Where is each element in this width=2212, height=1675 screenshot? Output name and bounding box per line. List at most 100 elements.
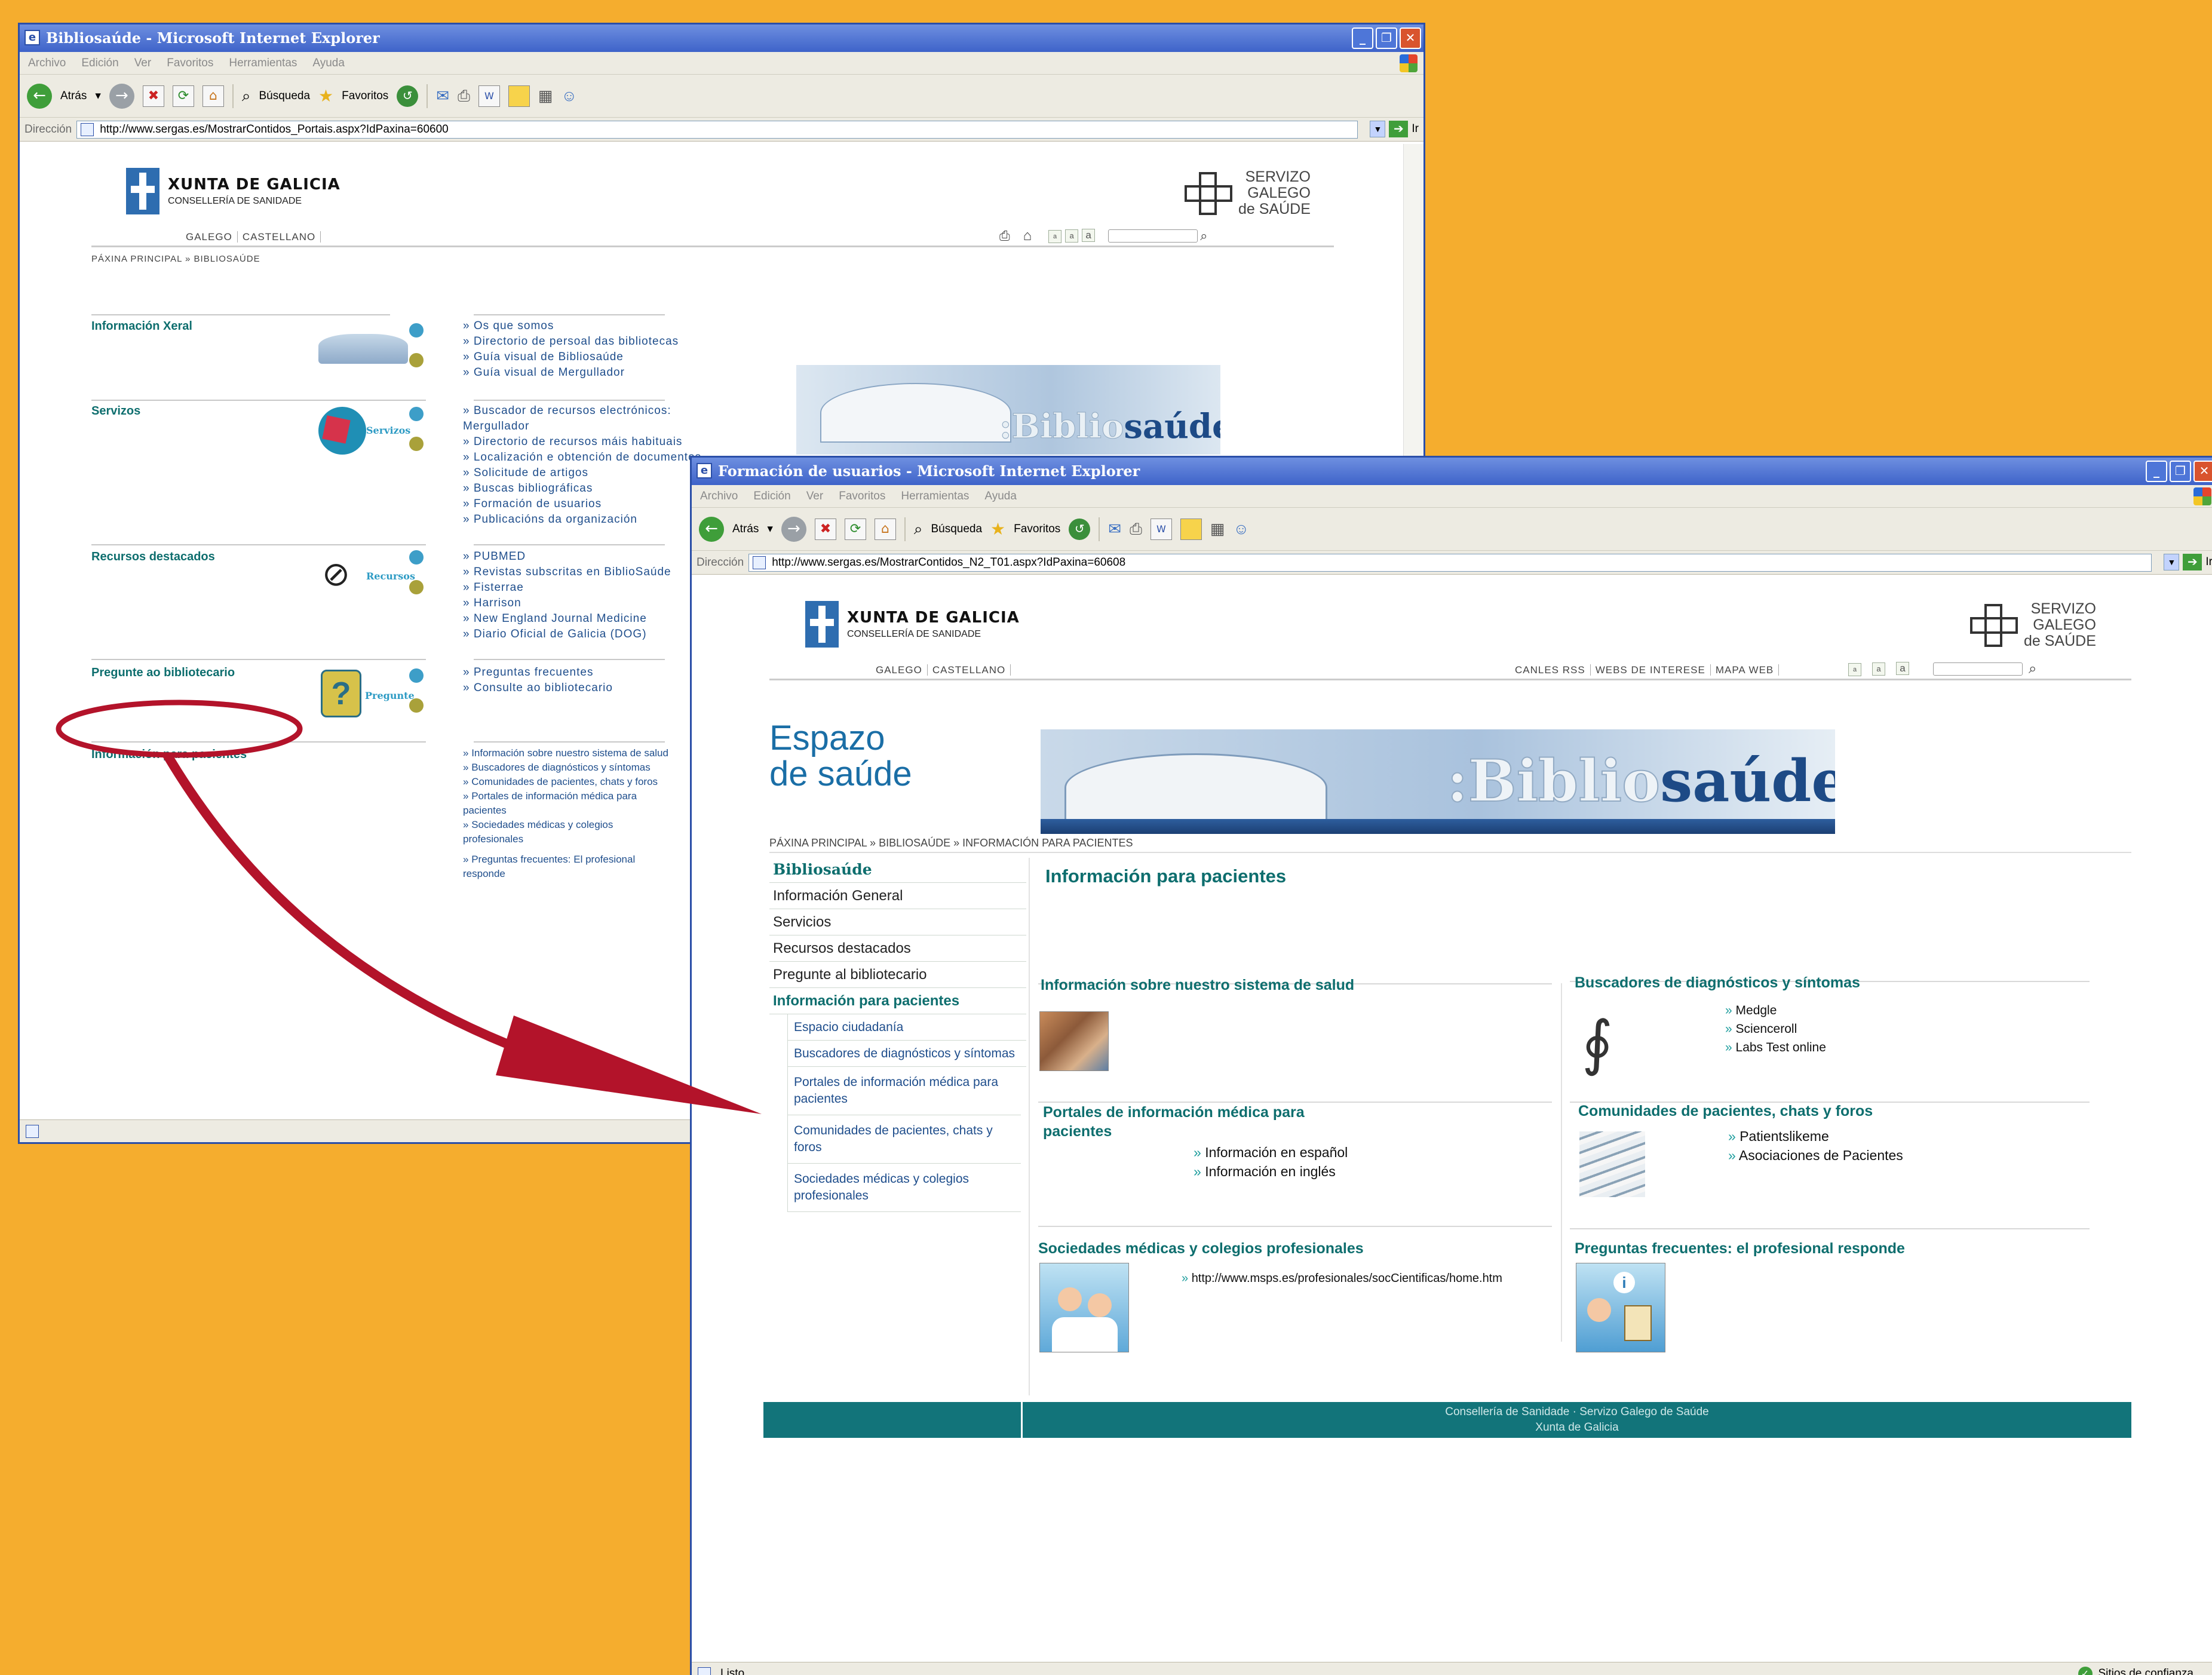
site-search-input[interactable]	[1108, 229, 1198, 243]
menu-archivo[interactable]: Archivo	[700, 485, 738, 507]
sidebar-heading[interactable]: Bibliosaúde	[769, 857, 1026, 883]
font-size-medium[interactable]: a	[1065, 229, 1079, 243]
menu-ayuda[interactable]: Ayuda	[312, 52, 345, 74]
search-button-label[interactable]: Búsqueda	[259, 90, 310, 103]
font-size-large[interactable]: a	[1896, 662, 1909, 675]
forward-arrow-icon[interactable]: →	[781, 516, 806, 542]
minimize-button[interactable]: _	[2146, 461, 2167, 482]
history-icon[interactable]: ↺	[397, 85, 419, 107]
link-msps[interactable]: http://www.msps.es/profesionales/socCien…	[1182, 1270, 1504, 1287]
link-item[interactable]: Harrison	[463, 596, 671, 611]
go-arrow-icon[interactable]: ➔	[1389, 121, 1409, 137]
sergas-logo[interactable]: SERVIZO GALEGO de SAÚDE	[1185, 169, 1311, 217]
menu-herramientas[interactable]: Herramientas	[229, 52, 297, 74]
lang-galego[interactable]: GALEGO	[871, 664, 928, 676]
close-button[interactable]: ✕	[1400, 27, 1421, 49]
url-dropdown-icon[interactable]: ▼	[2164, 554, 2180, 570]
printer-icon[interactable]: ⎙	[999, 228, 1010, 244]
link-item[interactable]: Sociedades médicas y colegios profesiona…	[463, 818, 660, 846]
site-search-input[interactable]	[1933, 662, 2023, 676]
messenger-icon[interactable]: ☺	[561, 87, 577, 105]
back-arrow-icon[interactable]: ←	[27, 83, 52, 109]
favorites-button-label[interactable]: Favoritos	[342, 90, 388, 103]
messenger-icon[interactable]: ☺	[1233, 520, 1249, 538]
stop-icon[interactable]: ✖	[142, 85, 164, 107]
xunta-logo[interactable]: XUNTA DE GALICIA CONSELLERÍA DE SANIDADE	[126, 168, 340, 214]
lang-castellano[interactable]: CASTELLANO	[237, 231, 321, 243]
lang-castellano[interactable]: CASTELLANO	[927, 664, 1011, 676]
back-button-label[interactable]: Atrás	[732, 523, 759, 536]
link-item[interactable]: Publicacións da organización	[463, 512, 726, 527]
link-item[interactable]: New England Journal Medicine	[463, 611, 671, 627]
refresh-icon[interactable]: ⟳	[844, 518, 866, 540]
font-size-small[interactable]: a	[1048, 230, 1062, 243]
sergas-logo[interactable]: SERVIZO GALEGO de SAÚDE	[1970, 601, 2096, 649]
word-icon[interactable]: W	[1150, 518, 1172, 540]
section-title-servizos[interactable]: Servizos	[91, 404, 140, 418]
security-zone[interactable]: ✓ Sitios de confianza	[2078, 1662, 2193, 1675]
link-item[interactable]: Solicitude de artigos	[463, 465, 726, 481]
section-title-recursos-destacados[interactable]: Recursos destacados	[91, 550, 215, 564]
link-labs-test-online[interactable]: Labs Test online	[1725, 1038, 1826, 1057]
favorites-button-label[interactable]: Favoritos	[1014, 523, 1060, 536]
menu-edicion[interactable]: Edición	[81, 52, 118, 74]
xunta-logo[interactable]: XUNTA DE GALICIA CONSELLERÍA DE SANIDADE	[805, 601, 1020, 648]
dropdown-icon[interactable]: ▾	[767, 522, 773, 536]
link-item[interactable]: Guía visual de Bibliosaúde	[463, 349, 679, 365]
link-informacion-ingles[interactable]: Información en inglés	[1194, 1162, 1348, 1181]
back-arrow-icon[interactable]: ←	[699, 516, 724, 542]
link-item[interactable]: Directorio de persoal das bibliotecas	[463, 334, 679, 349]
link-item[interactable]: Revistas subscritas en BiblioSaúde	[463, 565, 671, 580]
restore-button[interactable]: ❐	[2170, 461, 2191, 482]
go-arrow-icon[interactable]: ➔	[2183, 554, 2202, 570]
sidebar-item-recursos-destacados[interactable]: Recursos destacados	[769, 935, 1026, 962]
pregunte-badge[interactable]: ? Pregunte	[318, 668, 432, 722]
menu-favoritos[interactable]: Favoritos	[167, 52, 213, 74]
espazo-de-saude-logo[interactable]: Espazo de saúde	[769, 720, 912, 792]
menu-herramientas[interactable]: Herramientas	[901, 485, 969, 507]
section-title-informacion-pacientes[interactable]: Información para pacientes	[91, 748, 247, 762]
minimize-button[interactable]: _	[1352, 27, 1373, 49]
search-icon[interactable]: ⌕	[914, 520, 923, 539]
window-titlebar[interactable]: e Bibliosaúde - Microsoft Internet Explo…	[20, 24, 1423, 52]
home-icon[interactable]: ⌂	[202, 85, 224, 107]
sidebar-subitem-comunidades[interactable]: Comunidades de pacientes, chats y foros	[788, 1115, 1021, 1164]
link-item[interactable]: Directorio de recursos máis habituais	[463, 434, 726, 450]
link-item[interactable]: PUBMED	[463, 549, 671, 565]
menu-ver[interactable]: Ver	[806, 485, 824, 507]
link-item[interactable]: Comunidades de pacientes, chats y foros	[463, 775, 708, 789]
sidebar-subitem-portales[interactable]: Portales de información médica para paci…	[788, 1067, 1021, 1115]
menu-archivo[interactable]: Archivo	[28, 52, 66, 74]
back-button-label[interactable]: Atrás	[60, 90, 87, 103]
nav-canles-rss[interactable]: CANLES RSS	[1510, 664, 1591, 676]
lang-galego[interactable]: GALEGO	[181, 231, 238, 243]
dropdown-icon[interactable]: ▾	[95, 89, 101, 103]
magnifier-icon[interactable]: ⌕	[2029, 661, 2036, 677]
sidebar-subitem-buscadores[interactable]: Buscadores de diagnósticos y síntomas	[788, 1041, 1026, 1067]
link-item[interactable]: Os que somos	[463, 318, 679, 334]
research-icon[interactable]: ▦	[538, 87, 553, 105]
section-title-pregunte[interactable]: Pregunte ao bibliotecario	[91, 666, 235, 680]
section-title-informacion-xeral[interactable]: Información Xeral	[91, 320, 192, 333]
search-button-label[interactable]: Búsqueda	[931, 523, 982, 536]
block-title-portales[interactable]: Portales de información médica para paci…	[1043, 1103, 1342, 1141]
link-item[interactable]: Localización e obtención de documentos	[463, 450, 726, 465]
restore-button[interactable]: ❐	[1376, 27, 1397, 49]
link-patientslikeme[interactable]: Patientslikeme	[1728, 1127, 1903, 1146]
nav-webs-interese[interactable]: WEBS DE INTERESE	[1590, 664, 1711, 676]
link-item[interactable]: Preguntas frecuentes: El profesional res…	[463, 852, 678, 881]
menu-ver[interactable]: Ver	[134, 52, 152, 74]
research-icon[interactable]: ▦	[1210, 520, 1225, 538]
link-item[interactable]: Fisterrae	[463, 580, 671, 596]
go-button-label[interactable]: Ir	[1412, 122, 1419, 136]
go-button-label[interactable]: Ir	[2205, 556, 2212, 569]
font-size-medium[interactable]: a	[1872, 662, 1885, 676]
sidebar-item-informacion-pacientes[interactable]: Información para pacientes	[769, 988, 1026, 1014]
url-dropdown-icon[interactable]: ▼	[1370, 121, 1386, 137]
magnifier-icon[interactable]: ⌕	[1200, 228, 1207, 244]
refresh-icon[interactable]: ⟳	[172, 85, 194, 107]
sidebar-subitem-espacio-ciudadania[interactable]: Espacio ciudadanía	[788, 1014, 1026, 1041]
sidebar-item-informacion-general[interactable]: Información General	[769, 883, 1026, 909]
block-title-sistema[interactable]: Información sobre nuestro sistema de sal…	[1041, 977, 1354, 994]
window-titlebar[interactable]: e Formación de usuarios - Microsoft Inte…	[692, 458, 2212, 485]
